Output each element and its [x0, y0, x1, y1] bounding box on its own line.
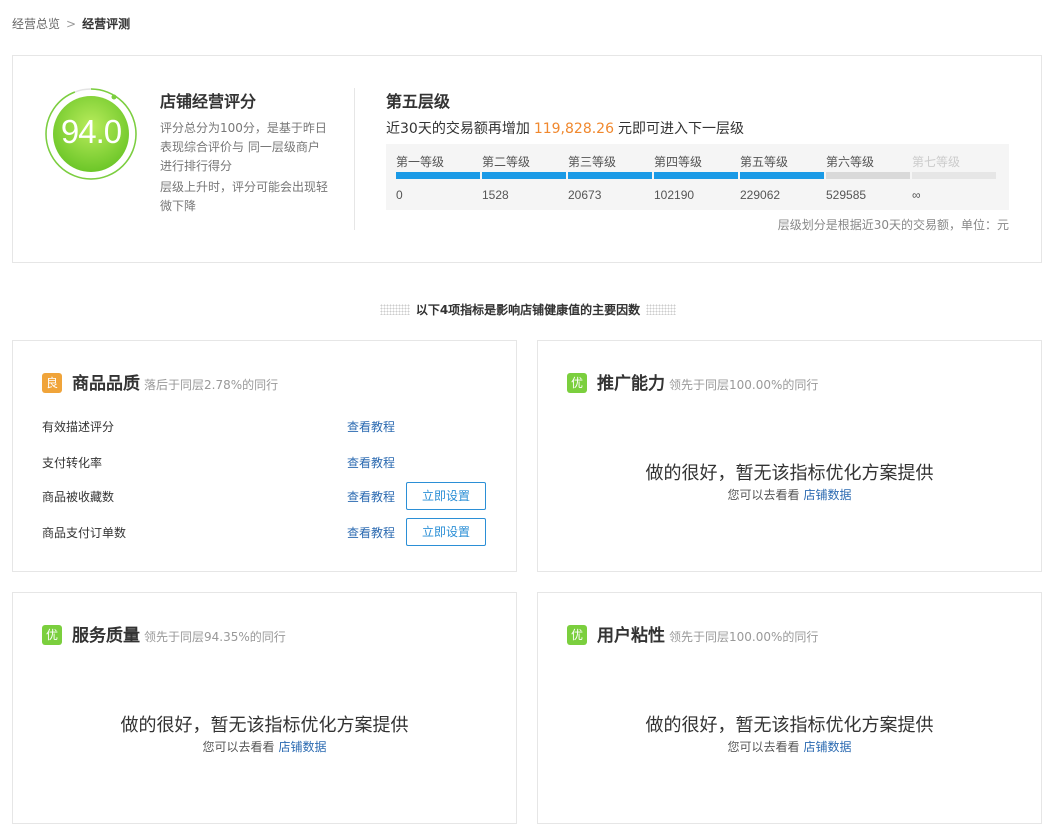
tier-threshold: 529585 — [826, 188, 867, 202]
level-note: 层级划分是根据近30天的交易额，单位：元 — [777, 218, 1009, 232]
level-tier: 第五等级 229062 — [730, 144, 824, 210]
shop-data-link[interactable]: 店铺数据 — [804, 488, 852, 502]
score-card: 94.0 店铺经营评分 评分总分为100分，是基于昨日表现综合评价与 同一层级商… — [12, 55, 1042, 263]
panel-service-quality: 优 服务质量 领先于同层94.35%的同行 做的很好，暂无该指标优化方案提供 您… — [12, 592, 517, 824]
metric-name: 商品被收藏数 — [42, 490, 115, 504]
tier-name: 第四等级 — [654, 155, 703, 169]
panel-title: 服务质量 — [72, 626, 140, 646]
message-text: 做的很好，暂无该指标优化方案提供 — [645, 715, 934, 736]
level-tier: 第三等级 20673 — [558, 144, 652, 210]
tier-progress-bar — [912, 172, 996, 179]
tutorial-link[interactable]: 查看教程 — [347, 454, 395, 471]
level-line-prefix: 近30天的交易额再增加 — [386, 121, 530, 137]
score-value: 94.0 — [60, 113, 122, 150]
level-tier: 第七等级 ∞ — [902, 144, 996, 210]
panel-subtitle: 领先于同层94.35%的同行 — [144, 630, 286, 644]
tier-progress-bar — [568, 172, 652, 179]
tier-threshold: ∞ — [912, 188, 921, 202]
tier-threshold: 229062 — [740, 188, 781, 202]
no-suggestion-message: 做的很好，暂无该指标优化方案提供 您可以去看看 店铺数据 — [13, 711, 516, 755]
metric-row: 支付转化率 查看教程 — [42, 448, 492, 476]
panel-header: 良 商品品质 落后于同层2.78%的同行 — [42, 369, 278, 395]
panel-title: 用户粘性 — [597, 626, 665, 646]
panel-product-quality: 良 商品品质 落后于同层2.78%的同行 有效描述评分 查看教程 支付转化率 查… — [12, 340, 517, 572]
tier-threshold: 102190 — [654, 188, 695, 202]
set-now-button[interactable]: 立即设置 — [406, 482, 486, 510]
tier-name: 第五等级 — [740, 155, 789, 169]
rating-badge: 优 — [567, 625, 587, 645]
breadcrumb-separator-icon: > — [66, 16, 77, 31]
level-line-suffix: 元即可进入下一层级 — [618, 121, 744, 137]
score-ring: 94.0 — [44, 87, 138, 181]
rating-badge: 优 — [567, 373, 587, 393]
tier-name: 第七等级 — [912, 155, 961, 169]
metric-row: 商品被收藏数 查看教程 立即设置 — [42, 482, 492, 510]
no-suggestion-message: 做的很好，暂无该指标优化方案提供 您可以去看看 店铺数据 — [538, 711, 1041, 755]
tier-name: 第二等级 — [482, 155, 531, 169]
tier-progress-bar — [482, 172, 566, 179]
tier-name: 第一等级 — [396, 155, 445, 169]
message-text: 做的很好，暂无该指标优化方案提供 — [645, 463, 934, 484]
dots-decoration-icon — [379, 304, 410, 315]
level-amount: 119,828.26 — [533, 121, 614, 137]
panel-subtitle: 领先于同层100.00%的同行 — [669, 378, 819, 392]
tutorial-link[interactable]: 查看教程 — [347, 524, 395, 541]
score-title: 店铺经营评分 — [160, 92, 257, 111]
breadcrumb: 经营总览 > 经营评测 — [12, 15, 130, 32]
panel-header: 优 推广能力 领先于同层100.00%的同行 — [567, 369, 818, 395]
panel-title: 商品品质 — [72, 374, 140, 394]
no-suggestion-message: 做的很好，暂无该指标优化方案提供 您可以去看看 店铺数据 — [538, 459, 1041, 503]
message-tip: 您可以去看看 店铺数据 — [538, 486, 1041, 503]
section-heading: 以下4项指标是影响店铺健康值的主要因数 — [0, 301, 1056, 318]
metric-row: 商品支付订单数 查看教程 立即设置 — [42, 518, 492, 546]
panel-header: 优 用户粘性 领先于同层100.00%的同行 — [567, 621, 818, 647]
shop-data-link[interactable]: 店铺数据 — [279, 740, 327, 754]
level-tier: 第二等级 1528 — [472, 144, 566, 210]
panel-user-stickiness: 优 用户粘性 领先于同层100.00%的同行 做的很好，暂无该指标优化方案提供 … — [537, 592, 1042, 824]
tier-progress-bar — [654, 172, 738, 179]
score-note: 层级上升时，评分可能会出现轻微下降 — [160, 180, 329, 213]
tier-progress-bar — [740, 172, 824, 179]
tutorial-link[interactable]: 查看教程 — [347, 488, 395, 505]
tier-threshold: 1528 — [482, 188, 509, 202]
section-title: 以下4项指标是影响店铺健康值的主要因数 — [415, 303, 641, 317]
tip-text: 您可以去看看 — [727, 488, 800, 502]
message-tip: 您可以去看看 店铺数据 — [13, 738, 516, 755]
metric-row: 有效描述评分 查看教程 — [42, 412, 492, 440]
score-description: 评分总分为100分，是基于昨日表现综合评价与 同一层级商户进行排行得分 — [160, 121, 327, 173]
level-tier: 第一等级 0 — [386, 144, 480, 210]
panel-title: 推广能力 — [597, 374, 665, 394]
dots-decoration-icon — [646, 304, 677, 315]
panel-header: 优 服务质量 领先于同层94.35%的同行 — [42, 621, 286, 647]
tip-text: 您可以去看看 — [727, 740, 800, 754]
panel-subtitle: 落后于同层2.78%的同行 — [144, 378, 279, 392]
level-tier: 第六等级 529585 — [816, 144, 910, 210]
panel-promotion: 优 推广能力 领先于同层100.00%的同行 做的很好，暂无该指标优化方案提供 … — [537, 340, 1042, 572]
metric-name: 有效描述评分 — [42, 420, 115, 434]
panel-subtitle: 领先于同层100.00%的同行 — [669, 630, 819, 644]
divider — [354, 88, 355, 230]
metric-name: 商品支付订单数 — [42, 526, 127, 540]
rating-badge: 优 — [42, 625, 62, 645]
breadcrumb-parent[interactable]: 经营总览 — [12, 15, 60, 32]
level-title: 第五层级 — [386, 92, 451, 111]
rating-badge: 良 — [42, 373, 62, 393]
breadcrumb-current: 经营评测 — [82, 17, 131, 31]
metric-name: 支付转化率 — [42, 456, 103, 470]
tier-progress-bar — [396, 172, 480, 179]
shop-data-link[interactable]: 店铺数据 — [804, 740, 852, 754]
tier-name: 第六等级 — [826, 155, 875, 169]
message-tip: 您可以去看看 店铺数据 — [538, 738, 1041, 755]
tutorial-link[interactable]: 查看教程 — [347, 418, 395, 435]
tier-threshold: 0 — [396, 188, 403, 202]
level-progress-text: 近30天的交易额再增加 119,828.26 元即可进入下一层级 — [386, 118, 744, 138]
level-tier-table: 第一等级 0 第二等级 1528 第三等级 20673 第四等级 102190 第五等级 2290… — [386, 144, 1009, 210]
level-tier: 第四等级 102190 — [644, 144, 738, 210]
tip-text: 您可以去看看 — [202, 740, 275, 754]
tier-name: 第三等级 — [568, 155, 617, 169]
set-now-button[interactable]: 立即设置 — [406, 518, 486, 546]
tier-progress-bar — [826, 172, 910, 179]
tier-threshold: 20673 — [568, 188, 602, 202]
message-text: 做的很好，暂无该指标优化方案提供 — [120, 715, 409, 736]
